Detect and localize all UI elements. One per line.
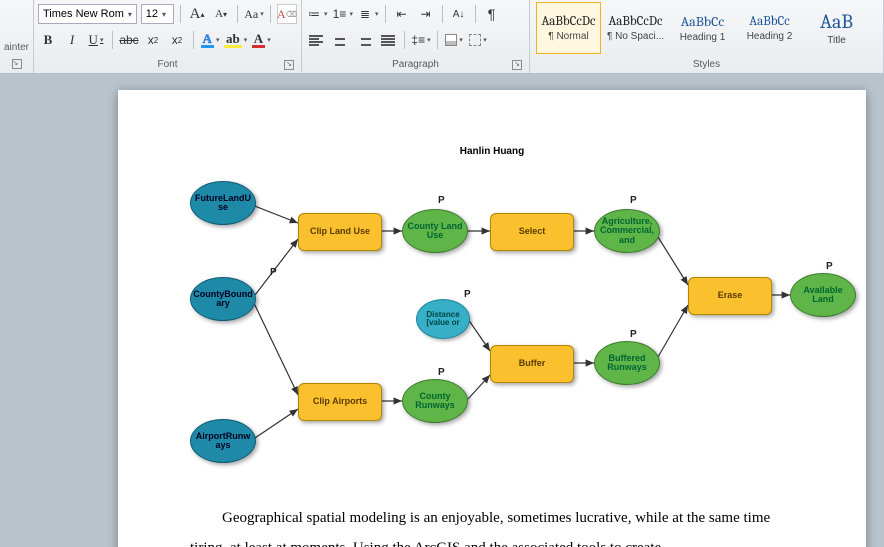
align-center-button[interactable] <box>330 30 350 50</box>
grow-font-button[interactable]: A▴ <box>187 4 207 24</box>
numbering-button[interactable]: 1≡ <box>332 4 354 24</box>
node-county-runways: CountyRunways <box>402 379 468 423</box>
node-clip-airports: Clip Airports <box>298 383 382 421</box>
clear-formatting-button[interactable]: A⌫ <box>277 4 297 24</box>
p-label-4: P <box>464 289 471 300</box>
paragraph-dialog-launcher[interactable]: ↘ <box>512 60 522 70</box>
font-size-value: 12 <box>146 8 158 20</box>
style-normal[interactable]: AaBbCcDc ¶ Normal <box>536 2 601 54</box>
node-buffered-runways: BufferedRunways <box>594 341 660 385</box>
p-label-6: P <box>630 329 637 340</box>
font-size-combo[interactable]: 12▾ <box>141 4 174 24</box>
decrease-indent-button[interactable]: ⇤ <box>392 4 412 24</box>
node-county-land-use: County LandUse <box>402 209 468 253</box>
justify-button[interactable] <box>378 30 398 50</box>
node-distance: Distance[value or <box>416 299 470 339</box>
node-agriculture: Agriculture,Commercial,and <box>594 209 660 253</box>
node-clip-land-use: Clip Land Use <box>298 213 382 251</box>
font-group: Times New Rom▾ 12▾ A▴ A▾ Aa A⌫ B I U abc <box>34 0 302 73</box>
p-label-7: P <box>826 261 833 272</box>
multilevel-button[interactable]: ≣ <box>357 4 379 24</box>
body-paragraph: Geographical spatial modeling is an enjo… <box>190 503 794 547</box>
node-available-land: AvailableLand <box>790 273 856 317</box>
font-name-combo[interactable]: Times New Rom▾ <box>38 4 137 24</box>
highlight-button[interactable]: ab <box>224 30 247 50</box>
node-future-land-use: FutureLandUse <box>190 181 256 225</box>
font-color-button[interactable]: A <box>251 30 271 50</box>
line-spacing-button[interactable]: ‡≡ <box>411 30 431 50</box>
text-effects-button[interactable]: A <box>200 30 220 50</box>
ribbon: ainter ↘ Times New Rom▾ 12▾ A▴ A▾ Aa A⌫ <box>0 0 884 74</box>
node-erase: Erase <box>688 277 772 315</box>
sort-button[interactable]: A↓ <box>449 4 469 24</box>
align-left-button[interactable] <box>306 30 326 50</box>
increase-indent-button[interactable]: ⇥ <box>416 4 436 24</box>
style-title[interactable]: AaB Title <box>804 2 869 54</box>
bullets-button[interactable]: ≔ <box>306 4 328 24</box>
italic-button[interactable]: I <box>62 30 82 50</box>
show-marks-button[interactable]: ¶ <box>482 4 502 24</box>
p-label-3: P <box>630 195 637 206</box>
clipboard-dialog-launcher[interactable]: ↘ <box>12 59 22 69</box>
p-label-1: P <box>270 267 277 278</box>
shading-button[interactable] <box>444 30 464 50</box>
styles-group: AaBbCcDc ¶ Normal AaBbCcDc ¶ No Spaci...… <box>530 0 884 73</box>
style-no-spacing[interactable]: AaBbCcDc ¶ No Spaci... <box>603 2 668 54</box>
node-airport-runways: AirportRunways <box>190 419 256 463</box>
borders-button[interactable] <box>468 30 488 50</box>
style-heading-1[interactable]: AaBbCc Heading 1 <box>670 2 735 54</box>
p-label-2: P <box>438 195 445 206</box>
bold-button[interactable]: B <box>38 30 58 50</box>
strikethrough-button[interactable]: abc <box>119 30 139 50</box>
font-name-value: Times New Rom <box>43 8 124 20</box>
underline-button[interactable]: U <box>86 30 106 50</box>
node-county-boundary: CountyBoundary <box>190 277 256 321</box>
paragraph-group: ≔ 1≡ ≣ ⇤ ⇥ A↓ ¶ ‡≡ <box>302 0 530 73</box>
style-heading-2[interactable]: AaBbCc Heading 2 <box>737 2 802 54</box>
paragraph-group-label: Paragraph ↘ <box>306 57 525 73</box>
p-label-5: P <box>438 367 445 378</box>
shrink-font-button[interactable]: A▾ <box>211 4 231 24</box>
page: Hanlin Huang <box>118 90 866 547</box>
model-diagram: FutureLandUse CountyBoundary AirportRunw… <box>190 167 794 477</box>
styles-group-label: Styles <box>536 57 877 73</box>
format-painter-label[interactable]: ainter <box>4 42 29 53</box>
font-dialog-launcher[interactable]: ↘ <box>284 60 294 70</box>
superscript-button[interactable]: x2 <box>167 30 187 50</box>
font-group-label: Font ↘ <box>38 57 297 73</box>
document-workspace: Hanlin Huang <box>0 74 884 547</box>
clipboard-group: ainter ↘ <box>0 0 34 73</box>
diagram-title: Hanlin Huang <box>190 146 794 157</box>
node-buffer: Buffer <box>490 345 574 383</box>
subscript-button[interactable]: x2 <box>143 30 163 50</box>
style-gallery[interactable]: AaBbCcDc ¶ Normal AaBbCcDc ¶ No Spaci...… <box>536 2 877 54</box>
change-case-button[interactable]: Aa <box>244 4 264 24</box>
node-select: Select <box>490 213 574 251</box>
align-right-button[interactable] <box>354 30 374 50</box>
